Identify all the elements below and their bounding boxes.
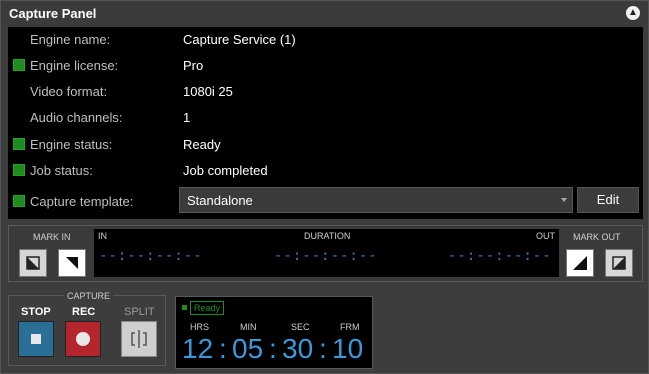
dropdown-arrow-icon	[561, 198, 567, 202]
timer-separator: :	[269, 333, 277, 364]
capture-group: CAPTURE STOP REC SPLIT	[8, 291, 166, 366]
capture-template-value: Standalone	[187, 193, 253, 208]
engine-status-value: Ready	[183, 137, 221, 152]
out-timecode: --:--:--:--	[448, 248, 552, 264]
mark-in-icon	[66, 257, 78, 269]
go-to-mark-in-icon	[26, 256, 40, 270]
mark-in-button[interactable]	[58, 249, 86, 277]
split-label: SPLIT	[124, 306, 155, 318]
timecode-strip: IN DURATION OUT --:--:--:-- --:--:--:-- …	[94, 229, 559, 277]
timer-separator: :	[219, 333, 227, 364]
go-to-mark-out-icon	[612, 256, 626, 270]
capture-group-label: CAPTURE	[64, 291, 114, 301]
timer-separator: :	[319, 333, 327, 364]
frames-label: FRM	[340, 322, 360, 332]
engine-license-status-led	[13, 59, 25, 71]
panel-title: Capture Panel	[9, 6, 97, 21]
timer-status-led	[182, 305, 187, 310]
engine-status-label: Engine status:	[30, 137, 113, 152]
minutes-label: MIN	[240, 322, 257, 332]
rec-label: REC	[72, 306, 96, 318]
hours-label: HRS	[190, 322, 210, 332]
split-icon	[131, 330, 147, 348]
split-button[interactable]	[121, 321, 157, 357]
video-format-value: 1080i 25	[183, 84, 233, 99]
engine-license-value: Pro	[183, 58, 204, 73]
mark-in-label: MARK IN	[33, 232, 71, 242]
engine-status-row: Engine status: Ready	[8, 132, 643, 158]
timer-minutes: 05	[232, 333, 264, 364]
engine-name-value: Capture Service (1)	[183, 32, 296, 47]
capture-timer: Ready HRS MIN SEC FRM 12 : 05 : 30 : 10	[175, 296, 373, 369]
rec-button[interactable]	[65, 321, 101, 357]
stop-icon	[31, 334, 41, 344]
capture-panel: Capture Panel ▲ Engine name: Capture Ser…	[0, 0, 649, 374]
panel-header: Capture Panel ▲	[1, 1, 648, 27]
engine-status-led	[13, 138, 25, 150]
job-status-label: Job status:	[30, 163, 93, 178]
mark-out-button[interactable]	[566, 249, 594, 277]
engine-name-row: Engine name: Capture Service (1)	[8, 27, 643, 53]
capture-template-row: Capture template: Standalone Edit	[8, 187, 643, 215]
in-label: IN	[98, 231, 107, 241]
duration-label: DURATION	[304, 231, 351, 241]
edit-template-button[interactable]: Edit	[577, 187, 639, 213]
duration-timecode: --:--:--:--	[274, 248, 378, 264]
record-icon	[76, 332, 90, 346]
chevron-up-icon[interactable]: ▲	[626, 6, 640, 20]
seconds-label: SEC	[291, 322, 310, 332]
timer-frames: 10	[332, 333, 364, 364]
engine-name-label: Engine name:	[30, 32, 111, 47]
mark-out-label: MARK OUT	[573, 232, 621, 242]
engine-info-area: Engine name: Capture Service (1) Engine …	[8, 27, 643, 219]
audio-channels-row: Audio channels: 1	[8, 105, 643, 131]
stop-label: STOP	[21, 306, 51, 318]
job-status-led	[13, 164, 25, 176]
capture-template-label: Capture template:	[30, 194, 134, 209]
timer-seconds: 30	[282, 333, 314, 364]
stop-button[interactable]	[18, 321, 54, 357]
job-status-value: Job completed	[183, 163, 268, 178]
job-status-row: Job status: Job completed	[8, 158, 643, 184]
audio-channels-label: Audio channels:	[30, 110, 123, 125]
engine-license-label: Engine license:	[30, 58, 119, 73]
engine-license-row: Engine license: Pro	[8, 53, 643, 79]
video-format-label: Video format:	[30, 84, 108, 99]
video-format-row: Video format: 1080i 25	[8, 79, 643, 105]
capture-template-select[interactable]: Standalone	[179, 187, 573, 213]
timer-hours: 12	[182, 333, 214, 364]
audio-channels-value: 1	[183, 110, 191, 125]
in-timecode: --:--:--:--	[99, 248, 203, 264]
go-to-mark-in-button[interactable]	[19, 249, 47, 277]
mark-area: MARK IN IN DURATION OUT --:--:--:-- --:-…	[8, 225, 643, 282]
mark-out-icon	[573, 256, 587, 270]
capture-template-led	[13, 195, 25, 207]
out-label: OUT	[536, 231, 555, 241]
timer-status-badge: Ready	[190, 301, 225, 315]
go-to-mark-out-button[interactable]	[605, 249, 633, 277]
